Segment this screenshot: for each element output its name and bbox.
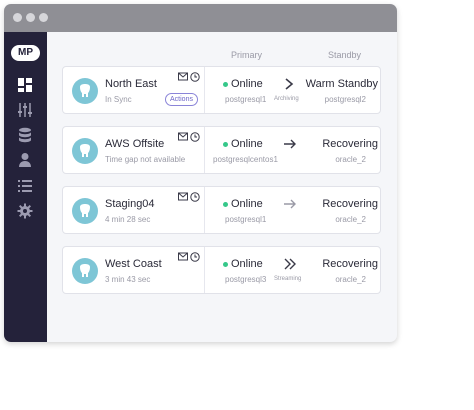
standby-database: oracle_2 (335, 215, 366, 224)
online-status-dot (223, 262, 228, 267)
user-icon[interactable] (16, 151, 34, 169)
chevron-right-icon (285, 78, 294, 90)
mail-icon[interactable] (178, 192, 188, 201)
cluster-name: North East (105, 78, 157, 90)
mail-icon[interactable] (178, 132, 188, 141)
primary-database: postgresql1 (225, 215, 267, 224)
cluster-name: Staging04 (105, 198, 155, 210)
sliders-icon[interactable] (16, 101, 34, 119)
arrow-right-icon (284, 139, 296, 149)
dashboard-icon[interactable] (16, 76, 34, 94)
cluster-row-west-coast[interactable]: West Coast 3 min 43 sec Online postgresq… (62, 246, 381, 294)
cluster-name: AWS Offsite (105, 138, 165, 150)
postgresql-elephant-icon (72, 258, 98, 284)
clock-icon[interactable] (190, 72, 200, 82)
sidebar: MP (4, 32, 47, 342)
standby-status: Recovering (322, 138, 378, 150)
sync-status: In Sync (105, 95, 132, 104)
mail-icon[interactable] (178, 72, 188, 81)
postgresql-elephant-icon (72, 138, 98, 164)
clock-icon[interactable] (190, 192, 200, 202)
primary-database: postgresql3 (225, 275, 267, 284)
cluster-row-north-east[interactable]: North East In Sync Actions Online postgr… (62, 66, 381, 114)
standby-status: Recovering (322, 258, 378, 270)
app-logo: MP (11, 45, 40, 61)
window-maximize-dot[interactable] (39, 13, 48, 22)
double-chevron-right-icon (284, 258, 296, 270)
app-window: MP Primary Standby North East In Sync Ac… (4, 4, 397, 342)
primary-database: postgresqlcentos1 (213, 155, 278, 164)
gear-icon[interactable] (16, 202, 34, 220)
clock-icon[interactable] (190, 252, 200, 262)
actions-button[interactable]: Actions (165, 93, 198, 106)
main-panel: Primary Standby North East In Sync Actio… (47, 32, 397, 342)
title-bar (4, 4, 397, 32)
primary-column-header: Primary (231, 50, 262, 60)
primary-status: Online (231, 78, 263, 90)
standby-database: postgresql2 (324, 95, 366, 104)
primary-status: Online (231, 198, 263, 210)
arrow-right-icon (284, 199, 296, 209)
standby-column-header: Standby (328, 50, 362, 60)
standby-database: oracle_2 (335, 275, 366, 284)
card-divider (204, 247, 205, 293)
sync-status: 3 min 43 sec (105, 275, 151, 284)
sync-status: Time gap not available (105, 155, 186, 164)
primary-database: postgresql1 (225, 95, 267, 104)
standby-database: oracle_2 (335, 155, 366, 164)
online-status-dot (223, 82, 228, 87)
standby-status: Recovering (322, 198, 378, 210)
card-divider (204, 67, 205, 113)
card-divider (204, 127, 205, 173)
clock-icon[interactable] (190, 132, 200, 142)
postgresql-elephant-icon (72, 198, 98, 224)
mail-icon[interactable] (178, 252, 188, 261)
primary-status: Online (231, 258, 263, 270)
card-divider (204, 187, 205, 233)
primary-status: Online (231, 138, 263, 150)
online-status-dot (223, 202, 228, 207)
sync-status: 4 min 28 sec (105, 215, 151, 224)
online-status-dot (223, 142, 228, 147)
postgresql-elephant-icon (72, 78, 98, 104)
window-minimize-dot[interactable] (26, 13, 35, 22)
list-icon[interactable] (16, 177, 34, 195)
cluster-name: West Coast (105, 258, 162, 270)
window-close-dot[interactable] (13, 13, 22, 22)
cluster-row-staging04[interactable]: Staging04 4 min 28 sec Online postgresql… (62, 186, 381, 234)
standby-status: Warm Standby (305, 78, 378, 90)
cluster-row-aws-offsite[interactable]: AWS Offsite Time gap not available Onlin… (62, 126, 381, 174)
database-icon[interactable] (16, 126, 34, 144)
